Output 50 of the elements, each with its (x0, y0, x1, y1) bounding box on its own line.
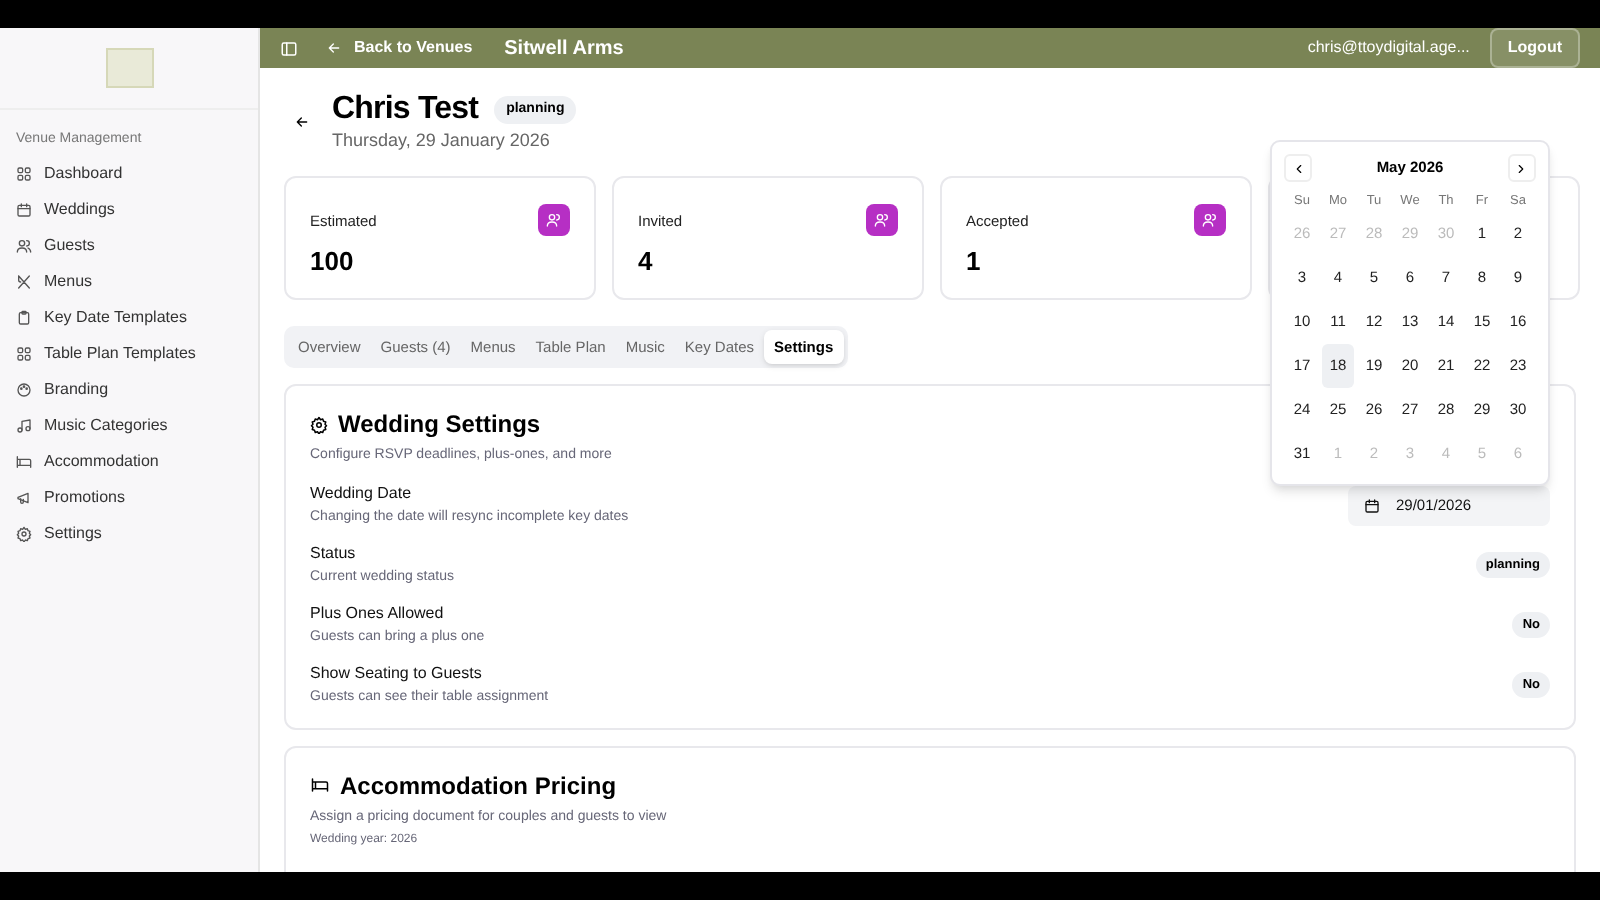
chevron-right-icon (1514, 161, 1529, 175)
stat-value: 100 (310, 244, 356, 281)
stat-value: 4 (638, 244, 655, 281)
sidebar-item[interactable]: Table Plan Templates (8, 335, 250, 371)
clipboard-icon (16, 309, 32, 325)
sidebar-item[interactable]: Menus (8, 263, 250, 299)
sidebar-item[interactable]: Music Categories (8, 407, 250, 443)
music-note-icon (16, 417, 32, 433)
users-icon (1194, 204, 1226, 236)
user-email: chris@ttoydigital.age... (1307, 36, 1470, 60)
sidebar-item[interactable]: Key Date Templates (8, 299, 250, 335)
sidebar-item[interactable]: Weddings (8, 191, 250, 227)
wedding-date: Thursday, 29 January 2026 (332, 128, 552, 154)
users-icon (538, 204, 570, 236)
arrow-left-icon (294, 114, 310, 130)
grid-icon (16, 165, 32, 181)
next-month-button[interactable] (1507, 154, 1536, 182)
chevron-left-icon (1291, 161, 1305, 175)
utensils-icon (16, 273, 32, 289)
grid-icon (16, 345, 32, 361)
sidebar-item[interactable]: Branding (8, 371, 250, 407)
sidebar-item[interactable]: Dashboard (8, 155, 250, 191)
bed-icon (16, 453, 32, 469)
calendar-icon (16, 201, 32, 217)
stat-value: 1 (966, 244, 983, 281)
previous-month-button[interactable] (1284, 154, 1312, 182)
calendar-icon (1364, 497, 1380, 513)
settings-icon (16, 525, 32, 541)
wedding-name: Chris Test (332, 92, 479, 128)
users-icon (16, 237, 32, 253)
sidebar-item[interactable]: Guests (8, 227, 250, 263)
sidebar-item[interactable]: Settings (8, 515, 250, 551)
setting-label: Plus Ones Allowed (310, 601, 446, 626)
card-title: Accommodation Pricing (340, 769, 617, 803)
setting-label: Show Seating to Guests (310, 661, 484, 686)
arrow-left-icon (326, 40, 342, 56)
back-link[interactable]: Back to Venues (326, 36, 473, 60)
bed-icon (310, 776, 330, 794)
megaphone-icon (16, 489, 32, 505)
sidebar-item[interactable]: Accommodation (8, 443, 250, 479)
palette-icon (16, 381, 32, 397)
settings-icon (310, 415, 328, 433)
card-title: Wedding Settings (338, 408, 541, 442)
sidebar-item[interactable]: Promotions (8, 479, 250, 515)
setting-label: Status (310, 541, 358, 566)
setting-label: Wedding Date (310, 481, 414, 506)
logo-image (105, 48, 153, 88)
sidebar-toggle-icon (280, 39, 298, 57)
users-icon (866, 204, 898, 236)
venue-name: Sitwell Arms (504, 35, 624, 63)
